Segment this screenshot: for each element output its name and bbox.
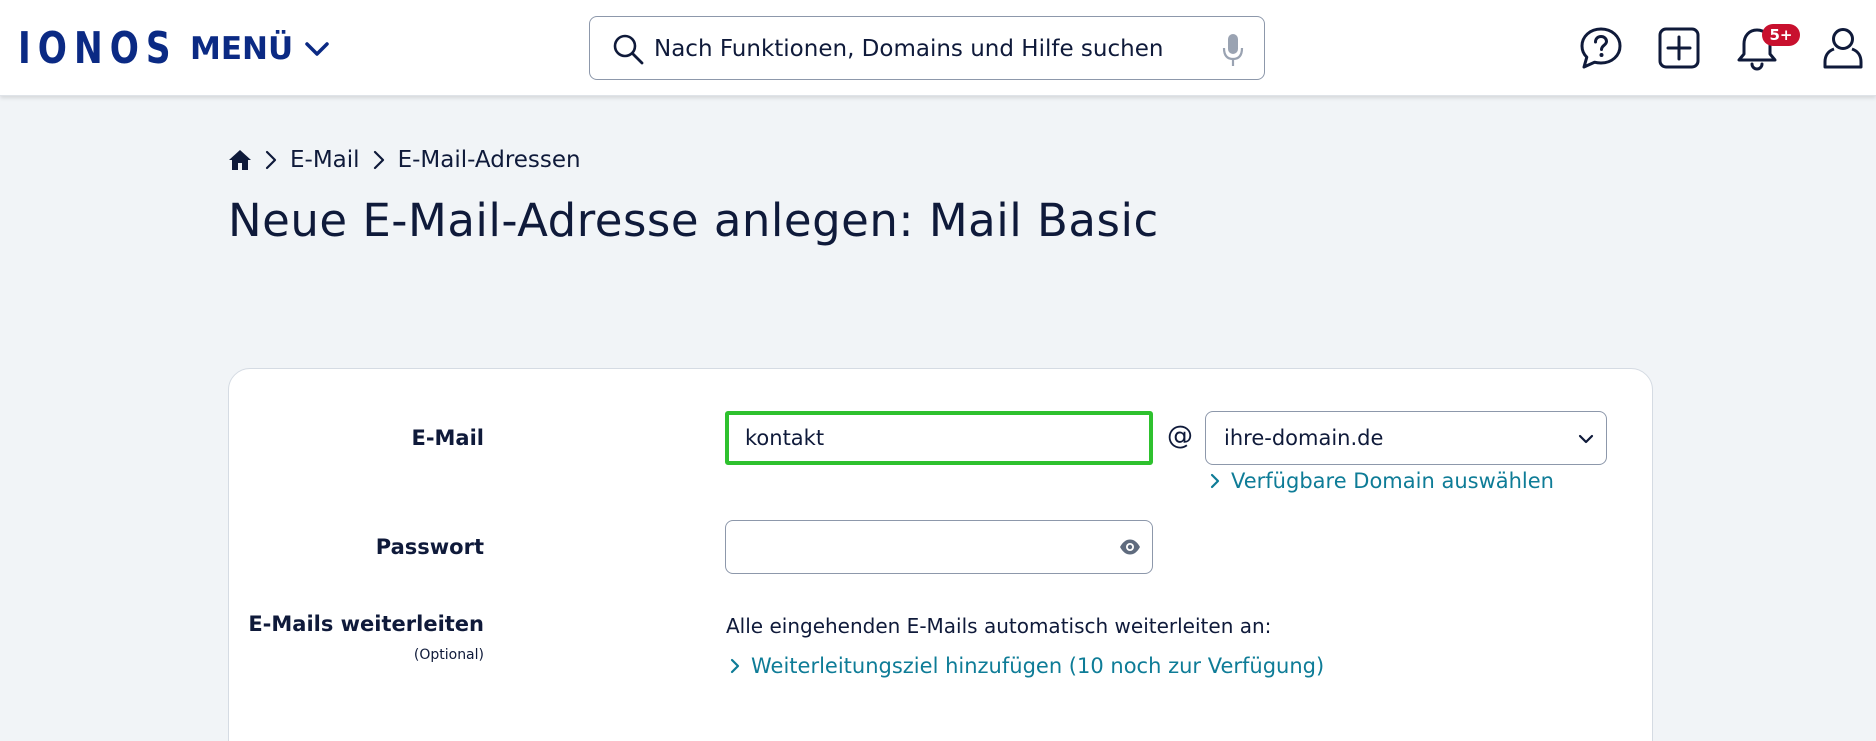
chevron-right-icon — [1210, 473, 1220, 489]
breadcrumb-item-email[interactable]: E-Mail — [290, 147, 360, 173]
eye-icon[interactable] — [1119, 538, 1141, 556]
available-domain-link[interactable]: Verfügbare Domain auswählen — [1209, 469, 1554, 493]
domain-select[interactable]: ihre-domain.de — [1205, 411, 1607, 465]
breadcrumb: E-Mail E-Mail-Adressen — [228, 143, 581, 177]
available-domain-link-label: Verfügbare Domain auswählen — [1231, 469, 1554, 493]
forward-description: Alle eingehenden E-Mails automatisch wei… — [726, 614, 1272, 638]
notification-badge: 5+ — [1762, 24, 1800, 46]
chevron-right-icon — [730, 658, 740, 674]
at-sign: @ — [1167, 421, 1193, 451]
password-input[interactable] — [725, 520, 1153, 574]
chevron-right-icon — [373, 150, 384, 170]
search-icon — [613, 34, 644, 65]
chevron-down-icon — [1578, 434, 1594, 444]
domain-select-value: ihre-domain.de — [1224, 426, 1384, 450]
add-forwarding-target-label: Weiterleitungsziel hinzufügen (10 noch z… — [751, 654, 1325, 678]
breadcrumb-item-email-addresses[interactable]: E-Mail-Adressen — [398, 147, 581, 173]
search-box[interactable] — [589, 16, 1265, 80]
email-label: E-Mail — [411, 426, 484, 450]
password-label: Passwort — [375, 535, 484, 559]
menu-button[interactable]: MENÜ — [190, 28, 331, 70]
page-title: Neue E-Mail-Adresse anlegen: Mail Basic — [228, 194, 1159, 247]
form-card: E-Mail @ ihre-domain.de Verfügbare Domai… — [228, 368, 1653, 741]
user-icon — [1823, 28, 1863, 69]
forward-label: E-Mails weiterleiten — [248, 612, 484, 636]
add-forwarding-target-link[interactable]: Weiterleitungsziel hinzufügen (10 noch z… — [729, 654, 1324, 678]
add-icon — [1658, 27, 1700, 69]
search-input[interactable] — [654, 27, 1194, 71]
ionos-logo[interactable]: IONOS — [18, 23, 178, 74]
home-icon[interactable] — [228, 148, 252, 172]
help-chat-button[interactable] — [1578, 25, 1624, 71]
forward-optional-hint: (Optional) — [413, 647, 484, 663]
email-local-part-input[interactable] — [725, 411, 1153, 465]
top-header: IONOS MENÜ Nach Funktionen, Domains und … — [0, 0, 1876, 96]
menu-label: MENÜ — [190, 31, 294, 67]
microphone-icon[interactable] — [1222, 33, 1244, 67]
chevron-down-icon — [305, 42, 329, 56]
account-button[interactable] — [1820, 25, 1866, 71]
add-button[interactable] — [1656, 25, 1702, 71]
chevron-right-icon — [265, 150, 277, 170]
help-chat-icon — [1580, 27, 1622, 69]
